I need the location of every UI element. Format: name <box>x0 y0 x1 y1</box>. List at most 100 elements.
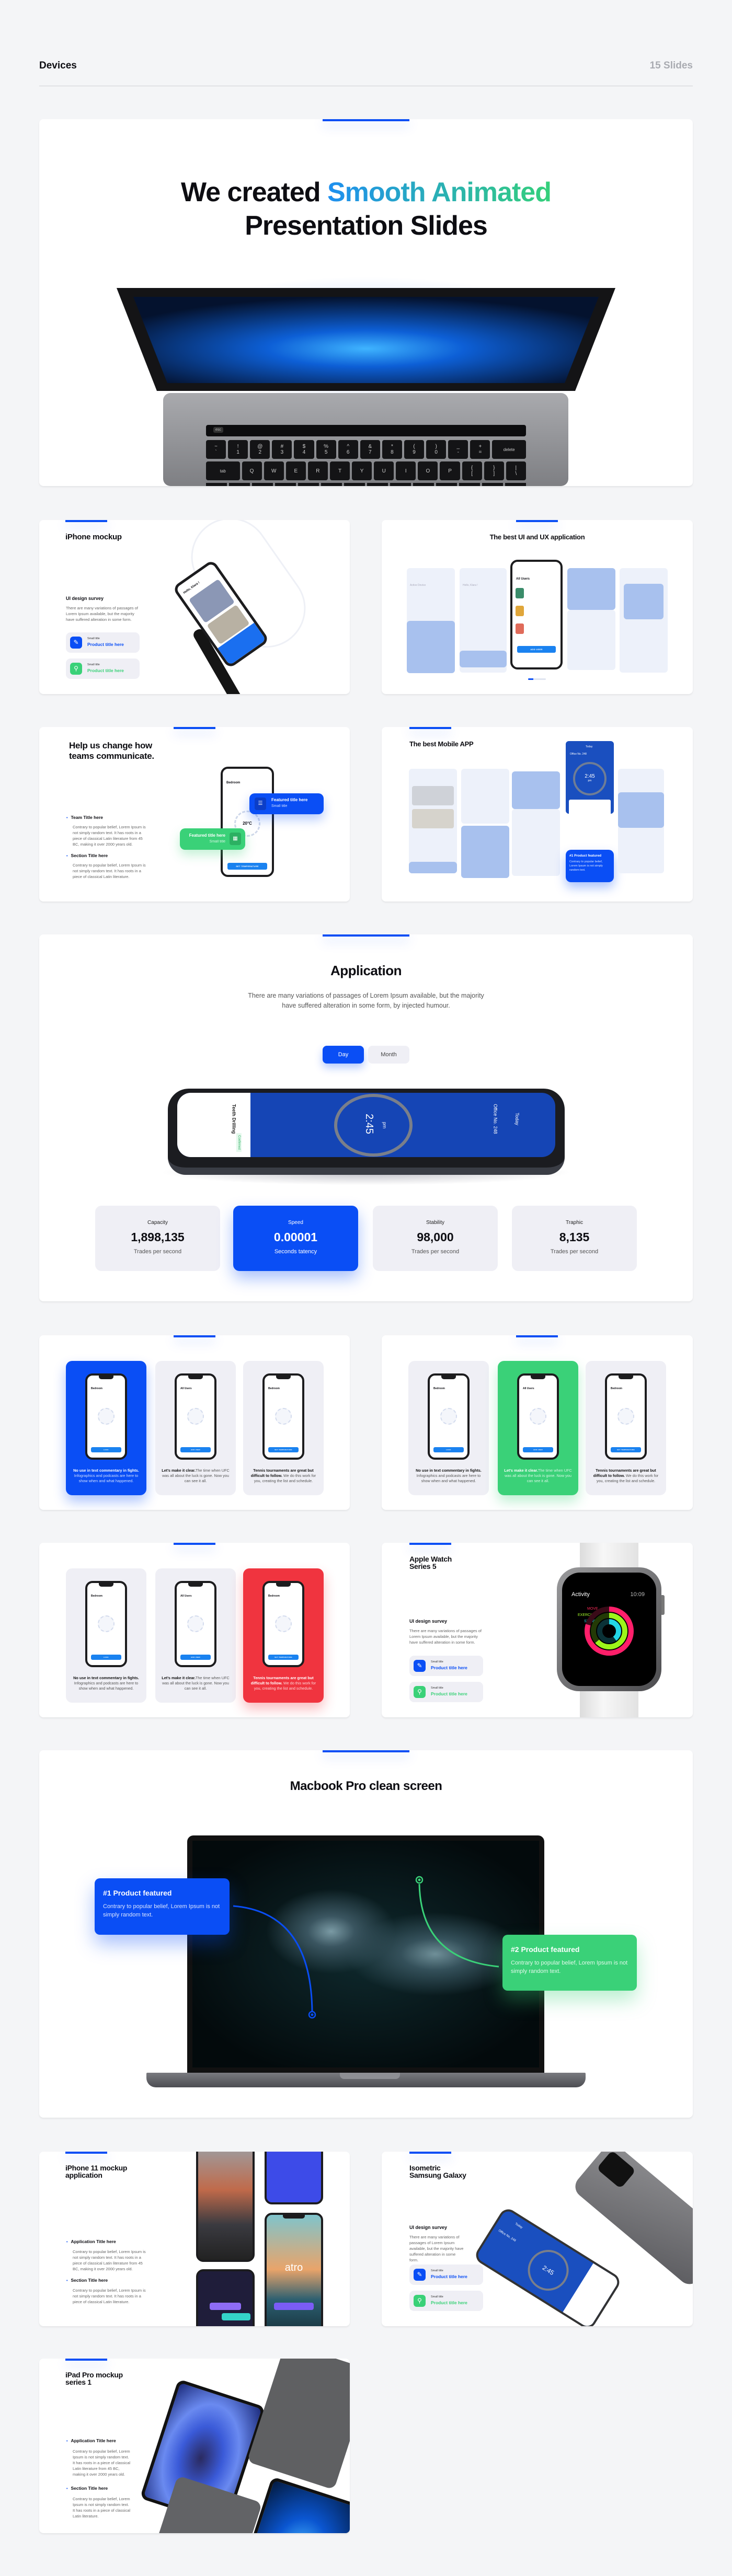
feature-small-title: Small title <box>431 2269 443 2272</box>
pagination-dots <box>528 678 546 680</box>
slide-samsung[interactable]: Isometric Samsung Galaxy UI design survey… <box>382 2152 693 2326</box>
feature-card[interactable]: ✎ Small title Product title here <box>66 632 140 653</box>
phone-heading: Bedroom <box>91 1595 102 1598</box>
phone-button: ADD USER <box>180 1447 211 1452</box>
feature-card[interactable]: ⚲ Small title Product title here <box>409 1682 483 1702</box>
user-row <box>516 606 524 616</box>
title-line: Samsung Galaxy <box>409 2171 466 2179</box>
ipad-back <box>247 2359 350 2490</box>
stat-unit: Seconds tatency <box>274 1249 317 1255</box>
slide-title: Help us change how teams communicate. <box>69 741 154 761</box>
stat-value: 1,898,135 <box>131 1230 185 1244</box>
keyboard-key: | \ <box>506 461 526 480</box>
chart-pen-icon: ✎ <box>414 2269 426 2281</box>
feature-panel[interactable]: All Users ADD USER Let's make it clear.The… <box>498 1361 578 1495</box>
callout-title: #2 Product featured <box>511 1945 580 1954</box>
head-search-icon: ⚲ <box>414 1686 426 1698</box>
phone-front: 2:45 Office No. 248 Today <box>472 2205 623 2326</box>
feature-title: Product title here <box>431 1665 467 1670</box>
clock-time: 2:45 <box>541 2263 556 2277</box>
slide-title: The best Mobile APP <box>409 740 474 748</box>
camera-module <box>596 2152 636 2189</box>
toggle-month[interactable]: Month <box>368 1046 409 1064</box>
slide-best-ui[interactable]: The best UI and UX application Active De… <box>382 520 693 694</box>
appointment-card <box>561 2263 620 2326</box>
item-text: Contrary to popular belief, Lorem Ipsum … <box>73 2288 146 2304</box>
phone-dial <box>187 1408 204 1425</box>
slide-ipad[interactable]: iPad Pro mockupseries 1 Application Titl… <box>39 2359 350 2533</box>
phone-screen-blue: Today Office No. 248 2:45 pm <box>566 741 614 814</box>
list-icon: ☰ <box>255 798 266 810</box>
accent-bar <box>516 1335 558 1337</box>
slide-help-us-change[interactable]: Help us change howteams communicate. Tea… <box>39 727 350 902</box>
phone-mockup: Bedroom SET TEMPERATURE <box>262 1373 304 1460</box>
phone-dial <box>440 1408 457 1425</box>
slide-application[interactable]: Application There are many variations of… <box>39 934 693 1301</box>
stat-label: Speed <box>288 1220 303 1226</box>
slide-iphone-mockup[interactable]: iPhone mockup UI design survey There are… <box>39 520 350 694</box>
keyboard-row-numbers: ~ `! 1 @ 2 # 3 $ 4% 5 ^ 6 & 7 * 8( 9) 0 _ - + = d… <box>206 440 526 459</box>
feature-card[interactable]: ⚲ Small title Product title here <box>409 2291 483 2311</box>
slide-feature-trio-green[interactable]: Bedroom LOCK No use in text commentary in … <box>382 1335 693 1510</box>
feature-panel[interactable]: Bedroom SET TEMPERATURE Tennis tournaments… <box>243 1361 324 1495</box>
stat-label: Traphic <box>566 1220 583 1226</box>
feature-panel[interactable]: Bedroom LOCK No use in text commentary in … <box>66 1568 146 1703</box>
grid-icon: ▦ <box>230 833 241 845</box>
touch-bar: esc <box>206 425 526 436</box>
phone-mockup: All Users ADD USER <box>175 1581 216 1667</box>
slide-apple-watch[interactable]: Apple Watch Series 5 UI design survey The… <box>382 1543 693 1717</box>
callout-text: Contrary to popular belief, Lorem Ipsum … <box>511 1960 628 1974</box>
item-text: Contrary to popular belief, Lorem Ipsum … <box>73 863 146 879</box>
feature-card[interactable]: ⚲ Small title Product title here <box>66 659 140 679</box>
keyboard-key: I <box>396 461 416 480</box>
appointment-card: Teeth Drilling Confirmed <box>177 1093 250 1157</box>
app-panel <box>409 862 457 873</box>
slide-feature-trio-red[interactable]: Bedroom LOCK No use in text commentary in … <box>39 1543 350 1717</box>
feature-panel[interactable]: Bedroom LOCK No use in text commentary in … <box>408 1361 489 1495</box>
keyboard-key: P <box>440 461 460 480</box>
toggle-day[interactable]: Day <box>323 1046 364 1064</box>
item-title: Application Title here <box>66 2239 116 2244</box>
description-line: have suffered alteration in some form, b… <box>282 1002 450 1009</box>
slide-macbook[interactable]: Macbook Pro clean screen #1 Product feat… <box>39 1750 693 2118</box>
callout-text: Contrary to popular belief, Lorem Ipsum … <box>569 860 603 872</box>
accent-bar <box>409 1543 451 1545</box>
chart-pen-icon: ✎ <box>70 637 82 649</box>
stat-value: 8,135 <box>559 1230 590 1244</box>
caption-bold: No use in text commentary in fights. <box>416 1468 482 1473</box>
phone-mockup: Bedroom SET TEMPERATURE <box>605 1373 647 1460</box>
feature-panel[interactable]: All Users ADD USER Let's make it clear.The… <box>155 1361 236 1495</box>
clock-time: 2:45 <box>363 1114 375 1134</box>
phone-notch <box>98 1583 114 1587</box>
phone-mockup: Bedroom LOCK <box>85 1581 127 1667</box>
feature-panel[interactable]: Bedroom LOCK No use in text commentary in … <box>66 1361 146 1495</box>
panel-caption: Tennis tournaments are great but difficu… <box>247 1468 319 1484</box>
phone-heading: Bedroom <box>433 1387 445 1390</box>
item-text: Contrary to popular belief, Lorem Ipsum … <box>73 2249 146 2271</box>
item-title: Section Title here <box>66 2486 108 2491</box>
keyboard-key: E <box>285 461 306 480</box>
slide-count: 15 Slides <box>649 60 693 71</box>
survey-text: There are many variations of passages of… <box>409 1628 482 1645</box>
phone-notch <box>276 1583 291 1587</box>
slide-hero[interactable]: We created Smooth Animated Presentation … <box>39 119 693 486</box>
feature-panel[interactable]: All Users ADD USER Let's make it clear.The… <box>155 1568 236 1703</box>
stat-speed: Speed 0.00001 Seconds tatency <box>233 1206 358 1271</box>
slide-best-mobile[interactable]: The best Mobile APP Today Office No. 248… <box>382 727 693 902</box>
keyboard-key: # 3 <box>272 440 292 459</box>
watch-screen: Activity 10:09 MOVE EXERCISE STAND <box>562 1573 656 1686</box>
keyboard-key: & 7 <box>360 440 380 459</box>
feature-panel[interactable]: Bedroom SET TEMPERATURE Tennis tournaments… <box>586 1361 666 1495</box>
phone-button: SET TEMPERATURE <box>611 1447 641 1452</box>
feature-title: Product title here <box>87 642 124 647</box>
app-panel <box>618 792 664 828</box>
panel-caption: No use in text commentary in fights. Inf… <box>70 1676 142 1691</box>
slide-iphone11[interactable]: iPhone 11 mockupapplication Application … <box>39 2152 350 2326</box>
feature-card[interactable]: ✎ Small title Product title here <box>409 2265 483 2285</box>
screen-label: Active Device <box>410 584 426 587</box>
feature-card[interactable]: ✎ Small title Product title here <box>409 1656 483 1676</box>
callout-text: Contrary to popular belief, Lorem Ipsum … <box>103 1903 220 1918</box>
stat-traphic: Traphic 8,135 Trades per second <box>512 1206 637 1271</box>
feature-panel[interactable]: Bedroom SET TEMPERATURE Tennis tournaments… <box>243 1568 324 1703</box>
slide-feature-trio-blue[interactable]: Bedroom LOCK No use in text commentary in … <box>39 1335 350 1510</box>
